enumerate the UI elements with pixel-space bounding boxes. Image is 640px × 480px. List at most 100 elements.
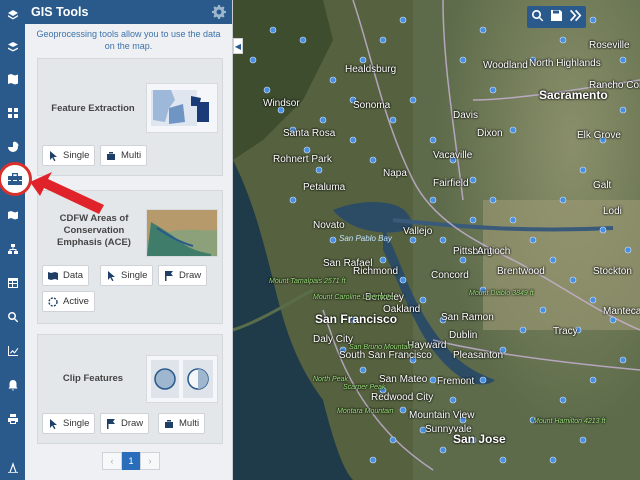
draw-button[interactable]: Draw [100, 413, 150, 434]
hierarchy-icon[interactable] [2, 238, 23, 259]
map-label: Rohnert Park [273, 154, 332, 165]
multi-button[interactable]: Multi [158, 413, 206, 434]
clip-features-thumbnail [146, 355, 218, 403]
map-label: Manteca [603, 306, 640, 317]
prev-page-button[interactable]: ‹ [102, 452, 122, 470]
map-label: Concord [431, 270, 469, 281]
button-label: Active [63, 296, 89, 307]
save-icon[interactable] [550, 9, 563, 25]
map-label: Dixon [477, 128, 503, 139]
button-label: Draw [179, 270, 202, 281]
button-label: Multi [121, 150, 142, 161]
map-label: San Francisco [315, 312, 398, 326]
map-label: Daly City [313, 334, 354, 345]
single-button[interactable]: Single [42, 413, 96, 434]
map-label: Fairfield [433, 178, 469, 189]
map-peak-label: Mount Caroline Livermore [313, 294, 394, 301]
map-toolbar [527, 6, 586, 28]
search-icon[interactable] [531, 9, 544, 25]
map-label: Stockton [593, 266, 632, 277]
map-view[interactable]: Healdsburg Windsor Santa Rosa Rohnert Pa… [233, 0, 640, 480]
map-peak-label: North Peak [313, 376, 349, 383]
map-label: Davis [453, 110, 479, 121]
map-label: Pleasanton [453, 350, 504, 361]
double-chevron-right-icon[interactable] [569, 9, 582, 25]
print-icon[interactable] [2, 408, 23, 429]
map-label: Lodi [603, 206, 622, 217]
button-label: Multi [179, 418, 200, 429]
feature-extraction-thumbnail [146, 83, 218, 133]
map-peak-label: Mount Diablo 3849 ft [469, 290, 534, 297]
map-peak-label: Mount Tamalpais 2571 ft [269, 278, 346, 285]
map-marker-icon[interactable] [2, 204, 23, 225]
single-button[interactable]: Single [100, 265, 154, 286]
gear-icon[interactable] [212, 5, 226, 19]
network-icon[interactable] [2, 456, 23, 477]
map-label: Richmond [353, 266, 399, 277]
zoom-search-icon[interactable] [2, 306, 23, 327]
tool-card-feature-extraction: Feature Extraction Single Multi [37, 58, 223, 176]
panel-header: GIS Tools [25, 0, 232, 24]
button-label: Single [63, 150, 90, 161]
map-peak-label: Montara Mountain [337, 408, 394, 415]
map-label: Napa [383, 168, 407, 179]
pagination: ‹ 1 › [102, 452, 160, 470]
map-label: Mountain View [409, 410, 475, 421]
collapse-panel-button[interactable]: ◀ [233, 38, 243, 54]
pie-chart-icon[interactable] [2, 136, 23, 157]
map-label: Healdsburg [345, 64, 397, 75]
next-page-button[interactable]: › [140, 452, 160, 470]
panel-title: GIS Tools [31, 5, 89, 19]
map-label: North Highlands [529, 58, 601, 69]
grid-icon[interactable] [2, 102, 23, 123]
bell-icon[interactable] [2, 374, 23, 395]
map-label: Novato [313, 220, 345, 231]
map-label: Redwood City [371, 392, 434, 403]
ace-thumbnail [146, 209, 218, 257]
page-1-button[interactable]: 1 [122, 452, 140, 470]
data-button[interactable]: Data [42, 265, 90, 286]
tool-name: Clip Features [62, 373, 124, 384]
tool-card-clip-features: Clip Features Single Draw Multi [37, 334, 223, 444]
active-button[interactable]: Active [42, 291, 95, 312]
single-button[interactable]: Single [42, 145, 96, 166]
map-label: San Ramon [441, 312, 494, 323]
map-label: Santa Rosa [283, 128, 336, 139]
tool-rail [0, 0, 25, 480]
map-label: Petaluma [303, 182, 346, 193]
map-label: San Pablo Bay [339, 234, 392, 243]
map-label: Roseville [589, 40, 630, 51]
map-peak-label: Mount Hamilton 4213 ft [533, 418, 606, 425]
map-label: Vacaville [433, 150, 473, 161]
table-icon[interactable] [2, 272, 23, 293]
layers-icon[interactable] [2, 36, 23, 57]
tool-name: CDFW Areas of Conservation Emphasis (ACE… [57, 213, 131, 248]
map-label: Galt [593, 180, 612, 191]
map-label: Windsor [263, 98, 300, 109]
map-label: Tracy [553, 326, 578, 337]
map-label: Fremont [437, 376, 475, 387]
map-label: San Jose [453, 432, 506, 446]
button-label: Data [63, 270, 84, 281]
multi-button[interactable]: Multi [100, 145, 148, 166]
draw-button[interactable]: Draw [158, 265, 208, 286]
map-label: Antioch [477, 246, 511, 257]
map-peak-label: Scarper Peak [343, 384, 386, 391]
map-peak-label: San Bruno Mountain [349, 344, 413, 351]
button-label: Draw [121, 418, 144, 429]
map-label: Dublin [449, 330, 478, 341]
map-label: Woodland [483, 60, 528, 71]
line-chart-icon[interactable] [2, 340, 23, 361]
tool-name: Feature Extraction [51, 103, 135, 114]
map-icon[interactable] [2, 68, 23, 89]
map-label: Brentwood [497, 266, 545, 277]
button-label: Single [63, 418, 90, 429]
map-label: Sonoma [353, 100, 391, 111]
map-label: Vallejo [403, 226, 433, 237]
layers-stack-icon[interactable] [2, 4, 23, 25]
map-label: South San Francisco [339, 350, 432, 361]
gis-tools-panel: GIS Tools Geoprocessing tools allow you … [25, 0, 233, 480]
map-label: Elk Grove [577, 130, 621, 141]
satellite-basemap [233, 0, 640, 480]
annotation-arrow-icon [30, 172, 104, 214]
